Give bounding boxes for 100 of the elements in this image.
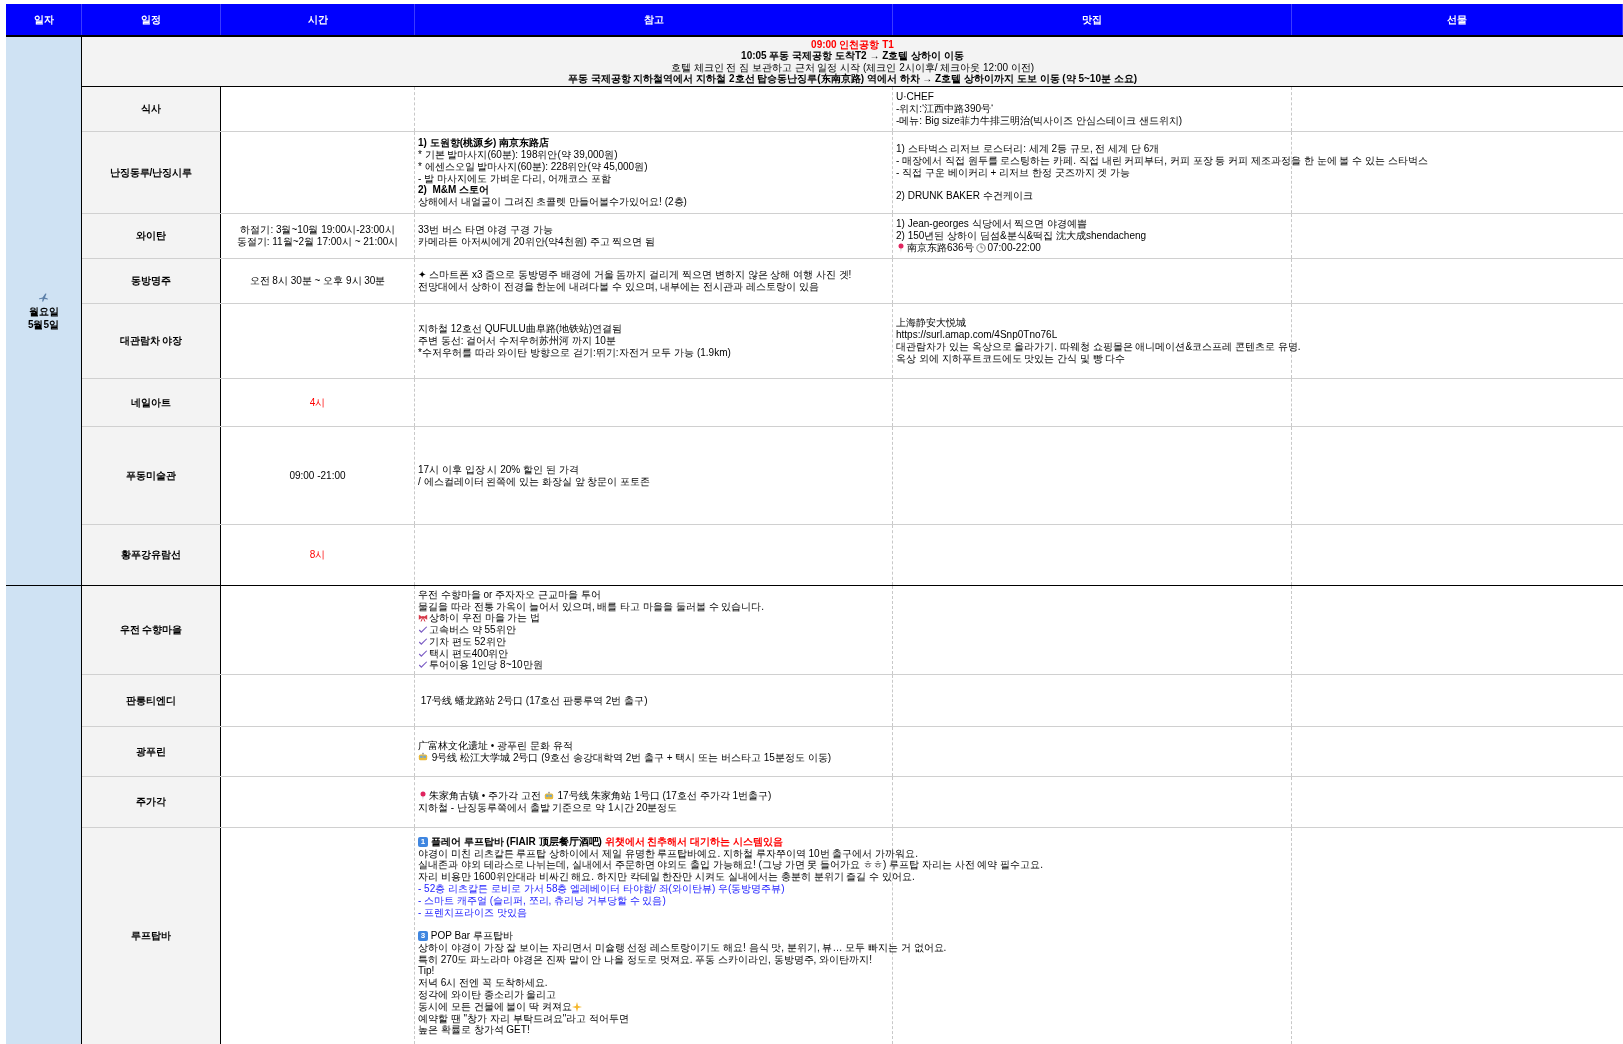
- note-text: 자리 비용만 1600위안대라 비싸긴 해요. 하지만 칵테일 한잔만 시켜도 실내에서는 충분히 분위기 즐길 수 있어요.: [418, 871, 915, 883]
- note-text: 17号线 朱家角站 1号口 (17호선 주가각 1번출구): [556, 790, 772, 802]
- note-text: ✦ 스마트폰 x3 줌으로 동방명주 배경에 거울 돔까지 걸리게 찍으면 변하지 않은 상해 여행 사진 겟!: [418, 269, 852, 281]
- note-text: 지하철 12호선 QUFULU曲阜路(地铁站)연결됨: [418, 323, 623, 336]
- note-text: 카메라든 아저씨에게 20위안(약4천원) 주고 찍으면 됨: [418, 236, 656, 248]
- note-text: 정각에 와이탄 종소리가 울리고: [418, 989, 557, 1001]
- place-cell: 대관람차 야장: [82, 304, 221, 378]
- restaurant-text: 옥상 외에 지하푸트코드에도 맛있는 간식 및 빵 다수: [896, 352, 1126, 365]
- note-text: 朱家角古镇 • 주가각 고전: [429, 790, 542, 802]
- note-text: 택시 편도400위안: [429, 647, 509, 660]
- place-cell: 판룽티엔디: [82, 675, 221, 726]
- place-cell: 푸동미술관: [82, 427, 221, 524]
- note-text: POP Bar 루프탑바: [429, 930, 513, 942]
- restaurant-text: U·CHEF: [896, 91, 934, 104]
- note-text: 우전 수향마을 or 주자자오 근교마을 투어: [418, 588, 601, 601]
- restaurant-text: - 직접 구운 베이커리 + 리저브 한정 굿즈까지 겟 가능: [896, 166, 1131, 180]
- note-text: 야경이 미친 리츠칼튼 루프탑 상하이에서 제일 유명한 루프탑바예요. 지하철 루자쭈이역 10번 출구에서 가까워요.: [418, 847, 919, 860]
- note-text: 상하이 야경이 가장 잘 보이는 자리면서 미슐랭 선정 레스토랑이기도 해요! 음식 맛, 분위기, 뷰… 모두 빠지는 거 없어요.: [418, 941, 947, 954]
- restaurant-text: 2) DRUNK BAKER 수건케이크: [896, 190, 1033, 202]
- note-text: * 기본 발마사지(60분): 198위안(약 39,000원): [418, 148, 618, 161]
- time-text: 오전 8시 30분 ~ 오후 9시 30분: [249, 275, 386, 287]
- banner-text: 호텔 체크인 전 짐 보관하고 근처 일정 시작 (체크인 2시이후/ 체크아웃 12:00 이전): [670, 61, 1035, 73]
- note-text: - 발 마사지에도 가벼운 다리, 어깨코스 포함: [418, 172, 611, 185]
- check-icon: [418, 625, 428, 635]
- ribbon-icon: [418, 613, 428, 624]
- note-text: * 에센스오일 발마사지(60분): 228위안(약 45,000원): [418, 160, 648, 173]
- restaurant-text: -위치:‘江西中路390号‘: [896, 103, 994, 115]
- note-text: 기차 편도 52위안: [429, 635, 506, 648]
- note-text: 广富林文化遗址 • 광푸린 문화 유적: [418, 739, 573, 752]
- column-header: 참고: [415, 4, 893, 35]
- check-icon: [418, 660, 428, 671]
- restaurant-text: 1) Jean-georges 식당에서 찍으면 야경예쁨: [896, 218, 1088, 231]
- note-text: 지하철 - 난징동루쪽에서 출발 기준으로 약 1시간 20분정도: [418, 802, 678, 814]
- note-text: 상해에서 내얼굴이 그려진 초콜렛 만들어볼수가있어요! (2층): [418, 196, 687, 208]
- restaurant-text: 대관람차가 있는 옥상으로 올라가기. 따웨청 쇼핑몰은 애니메이션&코스프레 콘텐츠로 유명.: [896, 341, 1301, 353]
- place-cell: 식사: [82, 87, 221, 131]
- restaurant-text: 2) 150년된 상하이 딤섬&분식&떡집 沈大成shendacheng: [896, 230, 1147, 242]
- note-text: - 52층 리츠칼튼 로비로 가서 58층 엘레베이터 타야함/ 좌(와이탄뷰) 우(동방명주뷰): [418, 882, 785, 895]
- number-badge: 3: [418, 931, 428, 941]
- place-cell: 동방명주: [82, 259, 221, 303]
- place-cell: 루프탑바: [82, 828, 221, 1044]
- note-text: 플레어 루프탑바 (FIAIR 顶层餐厅酒吧): [429, 835, 603, 848]
- restaurant-text: 07:00-22:00: [987, 241, 1041, 254]
- tram-icon: [418, 752, 428, 763]
- check-icon: [418, 636, 428, 647]
- note-text: - 스마트 캐주얼 (슬리퍼, 쪼리, 츄리닝 거부당할 수 있음): [418, 894, 666, 907]
- banner-text: 푸동 국제공항 지하철역에서 지하철 2호선 탑승동난징루(东南京路) 역에서 하차 → Z호텔 상하이까지 도보 이동 (약 5~10분 소요): [567, 73, 1138, 85]
- note-text: 물길을 따라 전통 가옥이 늘어서 있으며, 배를 타고 마을을 둘러볼 수 있습니다.: [418, 600, 765, 613]
- airplane-icon: [38, 291, 49, 303]
- check-icon: [418, 648, 428, 659]
- note-text: 실내존과 야외 테라스로 나뉘는데, 실내에서 주문하면 야외도 출입 가능해요! (그냥 가면 못 들어가요 ㅎㅎ) 루프탑 자리는 사전 예약 필수고요.: [418, 859, 1043, 872]
- place-cell: 주가각: [82, 777, 221, 827]
- banner-text: 10:05 푸동 국제공항 도착T2 → Z호텔 상하이 이동: [741, 50, 964, 62]
- note-text: 9号线 松江大学城 2号口 (9호선 송강대학역 2번 출구 + 택시 또는 버스타고 15분정도 이동): [430, 751, 831, 764]
- note-text: 투어이용 1인당 8~10만원: [429, 659, 543, 672]
- date-text: 5월5일: [27, 318, 60, 331]
- note-text: 주변 동선: 걸어서 수저우허苏州河 까지 10분: [418, 335, 616, 347]
- note-text: 1) 도원향(桃源乡) 南京东路店: [418, 137, 550, 149]
- note-text: 고속버스 약 55위안: [429, 624, 516, 636]
- column-header: 일정: [82, 4, 221, 35]
- note-text: 17号线 蟠龙路站 2号口 (17호선 판룽루역 2번 출구): [419, 694, 648, 707]
- number-badge: 1: [418, 836, 428, 847]
- weekday-text: 월요일: [28, 305, 59, 318]
- column-header: 맛집: [893, 4, 1292, 35]
- restaurant-text: 南京东路636号: [907, 241, 975, 254]
- note-text: *수저우허를 따라 와이탄 방향으로 걷기:뛰기:자전거 모두 가능 (1.9km): [418, 346, 731, 359]
- restaurant-text: 上海静安大悦城: [896, 317, 966, 330]
- note-text: 33번 버스 타면 야경 구경 가능: [418, 224, 553, 236]
- time-text: 하절기: 3월~10월 19:00시-23:00시: [240, 224, 395, 236]
- restaurant-text: - 매장에서 직접 원두를 로스팅하는 카페. 직접 내린 커피부터, 커피 포장 등 커피 제조과정을 한 눈에 볼 수 있는 스타벅스: [896, 154, 1428, 167]
- sparkle-icon: [571, 1001, 582, 1012]
- note-text: 위챗에서 친추해서 대기하는 시스템있음: [604, 835, 783, 848]
- place-cell: 와이탄: [82, 214, 221, 258]
- column-header: 시간: [221, 4, 415, 35]
- note-text: 상하이 우전 마을 가는 법: [429, 612, 541, 625]
- column-header: 선물: [1292, 4, 1623, 35]
- note-text: 전망대에서 상하이 전경을 한눈에 내려다볼 수 있으며, 내부에는 전시관과 레스토랑이 있음: [418, 281, 819, 293]
- place-cell: 난징동루/난징시루: [82, 132, 221, 213]
- note-text: 17시 이후 입장 시 20% 할인 된 가격: [418, 463, 579, 476]
- note-text: 특히 270도 파노라마 야경은 진짜 말이 안 나올 정도로 멋져요. 푸동 스카이라인, 동방명주, 와이탄까지!: [418, 953, 872, 966]
- place-cell: 황푸강유람선: [82, 525, 221, 585]
- time-text: 09:00 -21:00: [289, 469, 346, 482]
- note-text: Tip!: [418, 965, 435, 978]
- place-cell: 우전 수향마을: [82, 586, 221, 674]
- column-header: 일자: [6, 4, 82, 35]
- tram-icon: [543, 791, 554, 802]
- time-text: 4시: [309, 396, 326, 409]
- place-cell: 네일아트: [82, 379, 221, 426]
- time-text: 동절기: 11월~2월 17:00시 ~ 21:00시: [236, 236, 399, 248]
- clock-icon: [976, 242, 987, 253]
- time-text: 8시: [309, 549, 326, 561]
- restaurant-text: -메뉴: Big size菲力牛排三明治(빅사이즈 안심스테이크 샌드위치): [896, 114, 1183, 127]
- note-text: - 프렌치프라이즈 맛있음: [418, 906, 527, 920]
- note-text: 2) M&M 스토어: [418, 184, 490, 197]
- note-text: 저녁 6시 전엔 꼭 도착하세요.: [418, 977, 548, 990]
- note-text: / 에스컬레이터 왼쪽에 있는 화장실 앞 창문이 포토존: [418, 475, 651, 488]
- restaurant-text: https://surl.amap.com/4Snp0Tno76L: [896, 329, 1058, 341]
- banner-text: 09:00 인천공항 T1: [811, 38, 894, 50]
- place-cell: 광푸린: [82, 727, 221, 776]
- note-text: 예약할 땐 "창가 자리 부탁드려요"라고 적어두면: [418, 1012, 629, 1025]
